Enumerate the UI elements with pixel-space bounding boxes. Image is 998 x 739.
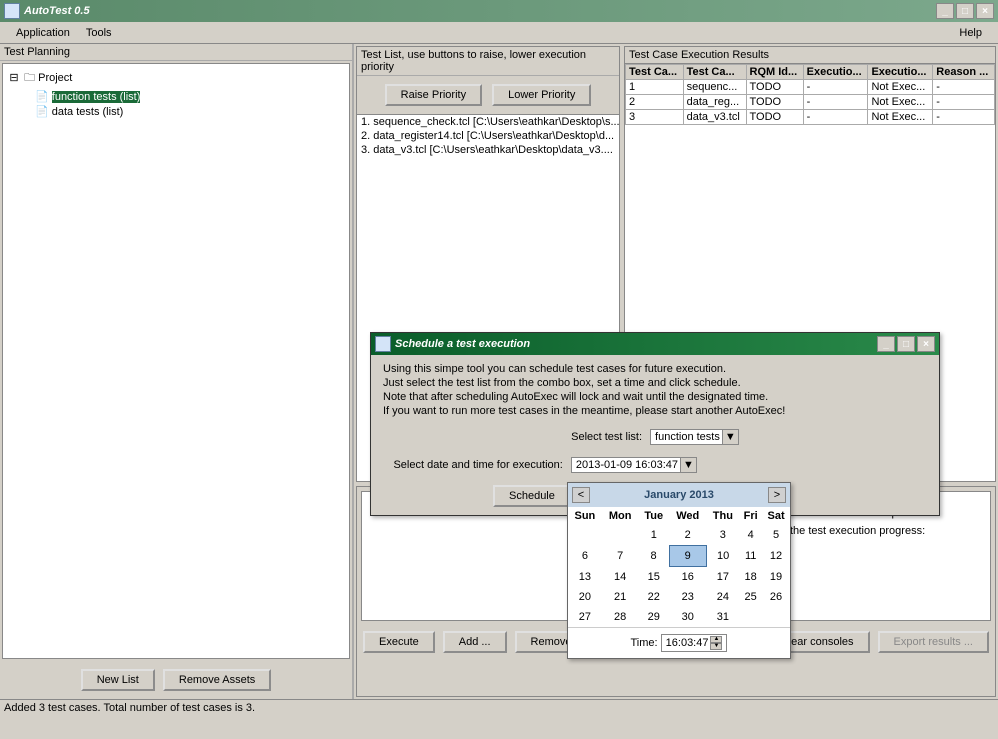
export-results-button[interactable]: Export results ... xyxy=(878,631,989,653)
datetime-combo[interactable]: 2013-01-09 16:03:47 ▼ xyxy=(571,457,697,473)
test-planning-header: Test Planning xyxy=(0,44,352,61)
test-list-header: Test List, use buttons to raise, lower e… xyxy=(357,47,619,76)
progress-label: the test execution progress: xyxy=(790,525,925,537)
cal-day[interactable]: 16 xyxy=(669,567,706,588)
cal-day[interactable]: 4 xyxy=(739,525,762,546)
calendar-popup: < January 2013 > Sun Mon Tue Wed Thu Fri… xyxy=(567,482,791,659)
results-header: Test Case Execution Results xyxy=(625,47,995,64)
cal-day[interactable]: 29 xyxy=(639,607,669,627)
menu-tools[interactable]: Tools xyxy=(78,24,120,42)
calendar-month: January 2013 xyxy=(590,489,768,501)
chevron-down-icon[interactable]: ▼ xyxy=(722,430,738,444)
raise-priority-button[interactable]: Raise Priority xyxy=(385,84,482,106)
cal-day[interactable]: 11 xyxy=(739,546,762,567)
cal-day[interactable]: 1 xyxy=(639,525,669,546)
lower-priority-button[interactable]: Lower Priority xyxy=(492,84,591,106)
table-row: 1 sequenc... TODO - Not Exec... - xyxy=(626,80,995,95)
minimize-button[interactable]: _ xyxy=(936,3,954,19)
tree-item-function-tests[interactable]: 📄 function tests (list) xyxy=(7,89,345,104)
cal-day[interactable]: 27 xyxy=(568,607,602,627)
cal-day[interactable]: 31 xyxy=(706,607,739,627)
project-tree[interactable]: ⊟ 🗀 Project 📄 function tests (list) 📄 da… xyxy=(2,63,350,659)
list-icon: 📄 xyxy=(35,106,49,118)
schedule-button[interactable]: Schedule xyxy=(493,485,571,507)
cal-day[interactable]: 28 xyxy=(602,607,639,627)
cal-day[interactable]: 26 xyxy=(762,587,790,607)
menu-help[interactable]: Help xyxy=(951,24,990,42)
col-rqm-id[interactable]: RQM Id... xyxy=(746,65,803,80)
cal-day[interactable]: 22 xyxy=(639,587,669,607)
cal-day[interactable]: 3 xyxy=(706,525,739,546)
remove-assets-button[interactable]: Remove Assets xyxy=(163,669,271,691)
cal-day[interactable]: 8 xyxy=(639,546,669,567)
cal-day[interactable]: 20 xyxy=(568,587,602,607)
java-icon xyxy=(375,336,391,352)
select-date-label: Select date and time for execution: xyxy=(393,459,562,471)
cal-day[interactable]: 23 xyxy=(669,587,706,607)
cal-day[interactable]: 6 xyxy=(568,546,602,567)
col-testcase-id[interactable]: Test Ca... xyxy=(626,65,684,80)
cal-day[interactable]: 15 xyxy=(639,567,669,588)
close-button[interactable]: × xyxy=(976,3,994,19)
cal-day[interactable]: 7 xyxy=(602,546,639,567)
execute-button[interactable]: Execute xyxy=(363,631,435,653)
folder-icon: 🗀 xyxy=(24,72,35,84)
cal-day[interactable]: 10 xyxy=(706,546,739,567)
cal-day[interactable]: 12 xyxy=(762,546,790,567)
test-item-3[interactable]: 3. data_v3.tcl [C:\Users\eathkar\Desktop… xyxy=(357,143,619,157)
calendar-grid[interactable]: Sun Mon Tue Wed Thu Fri Sat 12345 678910… xyxy=(568,507,790,627)
add-button[interactable]: Add ... xyxy=(443,631,507,653)
maximize-button[interactable]: □ xyxy=(956,3,974,19)
menubar: Application Tools Help xyxy=(0,22,998,44)
cal-day[interactable]: 14 xyxy=(602,567,639,588)
dialog-close-button[interactable]: × xyxy=(917,336,935,352)
cal-day[interactable]: 17 xyxy=(706,567,739,588)
col-reason[interactable]: Reason ... xyxy=(933,65,995,80)
window-title: AutoTest 0.5 xyxy=(24,5,936,17)
results-table[interactable]: Test Ca... Test Ca... RQM Id... Executio… xyxy=(625,64,995,125)
java-icon xyxy=(4,3,20,19)
col-exec1[interactable]: Executio... xyxy=(803,65,868,80)
col-exec2[interactable]: Executio... xyxy=(868,65,933,80)
dialog-text: Just select the test list from the combo… xyxy=(383,377,927,389)
select-list-label: Select test list: xyxy=(571,431,642,443)
dialog-text: Using this simpe tool you can schedule t… xyxy=(383,363,927,375)
time-down-button[interactable]: ▼ xyxy=(710,643,722,650)
list-icon: 📄 xyxy=(35,91,49,103)
cal-day[interactable]: 5 xyxy=(762,525,790,546)
dialog-title: Schedule a test execution xyxy=(395,338,877,350)
time-input[interactable]: 16:03:47 ▲ ▼ xyxy=(661,634,728,652)
cal-day[interactable]: 30 xyxy=(669,607,706,627)
tree-item-data-tests[interactable]: 📄 data tests (list) xyxy=(7,104,345,119)
table-row: 2 data_reg... TODO - Not Exec... - xyxy=(626,95,995,110)
dialog-maximize-button[interactable]: □ xyxy=(897,336,915,352)
prev-month-button[interactable]: < xyxy=(572,487,590,503)
time-up-button[interactable]: ▲ xyxy=(710,636,722,643)
cal-day[interactable]: 18 xyxy=(739,567,762,588)
dialog-minimize-button[interactable]: _ xyxy=(877,336,895,352)
cal-day[interactable]: 21 xyxy=(602,587,639,607)
test-list-combo[interactable]: function tests ▼ xyxy=(650,429,739,445)
cal-day[interactable]: 19 xyxy=(762,567,790,588)
cal-day-selected[interactable]: 9 xyxy=(669,546,706,567)
status-bar: Added 3 test cases. Total number of test… xyxy=(0,699,998,717)
menu-application[interactable]: Application xyxy=(8,24,78,42)
test-item-1[interactable]: 1. sequence_check.tcl [C:\Users\eathkar\… xyxy=(357,115,619,129)
window-titlebar: AutoTest 0.5 _ □ × xyxy=(0,0,998,22)
next-month-button[interactable]: > xyxy=(768,487,786,503)
test-item-2[interactable]: 2. data_register14.tcl [C:\Users\eathkar… xyxy=(357,129,619,143)
dialog-text: Note that after scheduling AutoExec will… xyxy=(383,391,927,403)
collapse-icon[interactable]: ⊟ xyxy=(7,71,21,84)
table-row: 3 data_v3.tcl TODO - Not Exec... - xyxy=(626,110,995,125)
cal-day[interactable]: 24 xyxy=(706,587,739,607)
cal-day[interactable]: 2 xyxy=(669,525,706,546)
chevron-down-icon[interactable]: ▼ xyxy=(680,458,696,472)
dialog-text: If you want to run more test cases in th… xyxy=(383,405,927,417)
col-testcase-name[interactable]: Test Ca... xyxy=(683,65,746,80)
new-list-button[interactable]: New List xyxy=(81,669,155,691)
cal-day[interactable]: 13 xyxy=(568,567,602,588)
cal-day[interactable]: 25 xyxy=(739,587,762,607)
time-label: Time: xyxy=(631,637,658,649)
tree-root[interactable]: ⊟ 🗀 Project xyxy=(7,68,345,89)
